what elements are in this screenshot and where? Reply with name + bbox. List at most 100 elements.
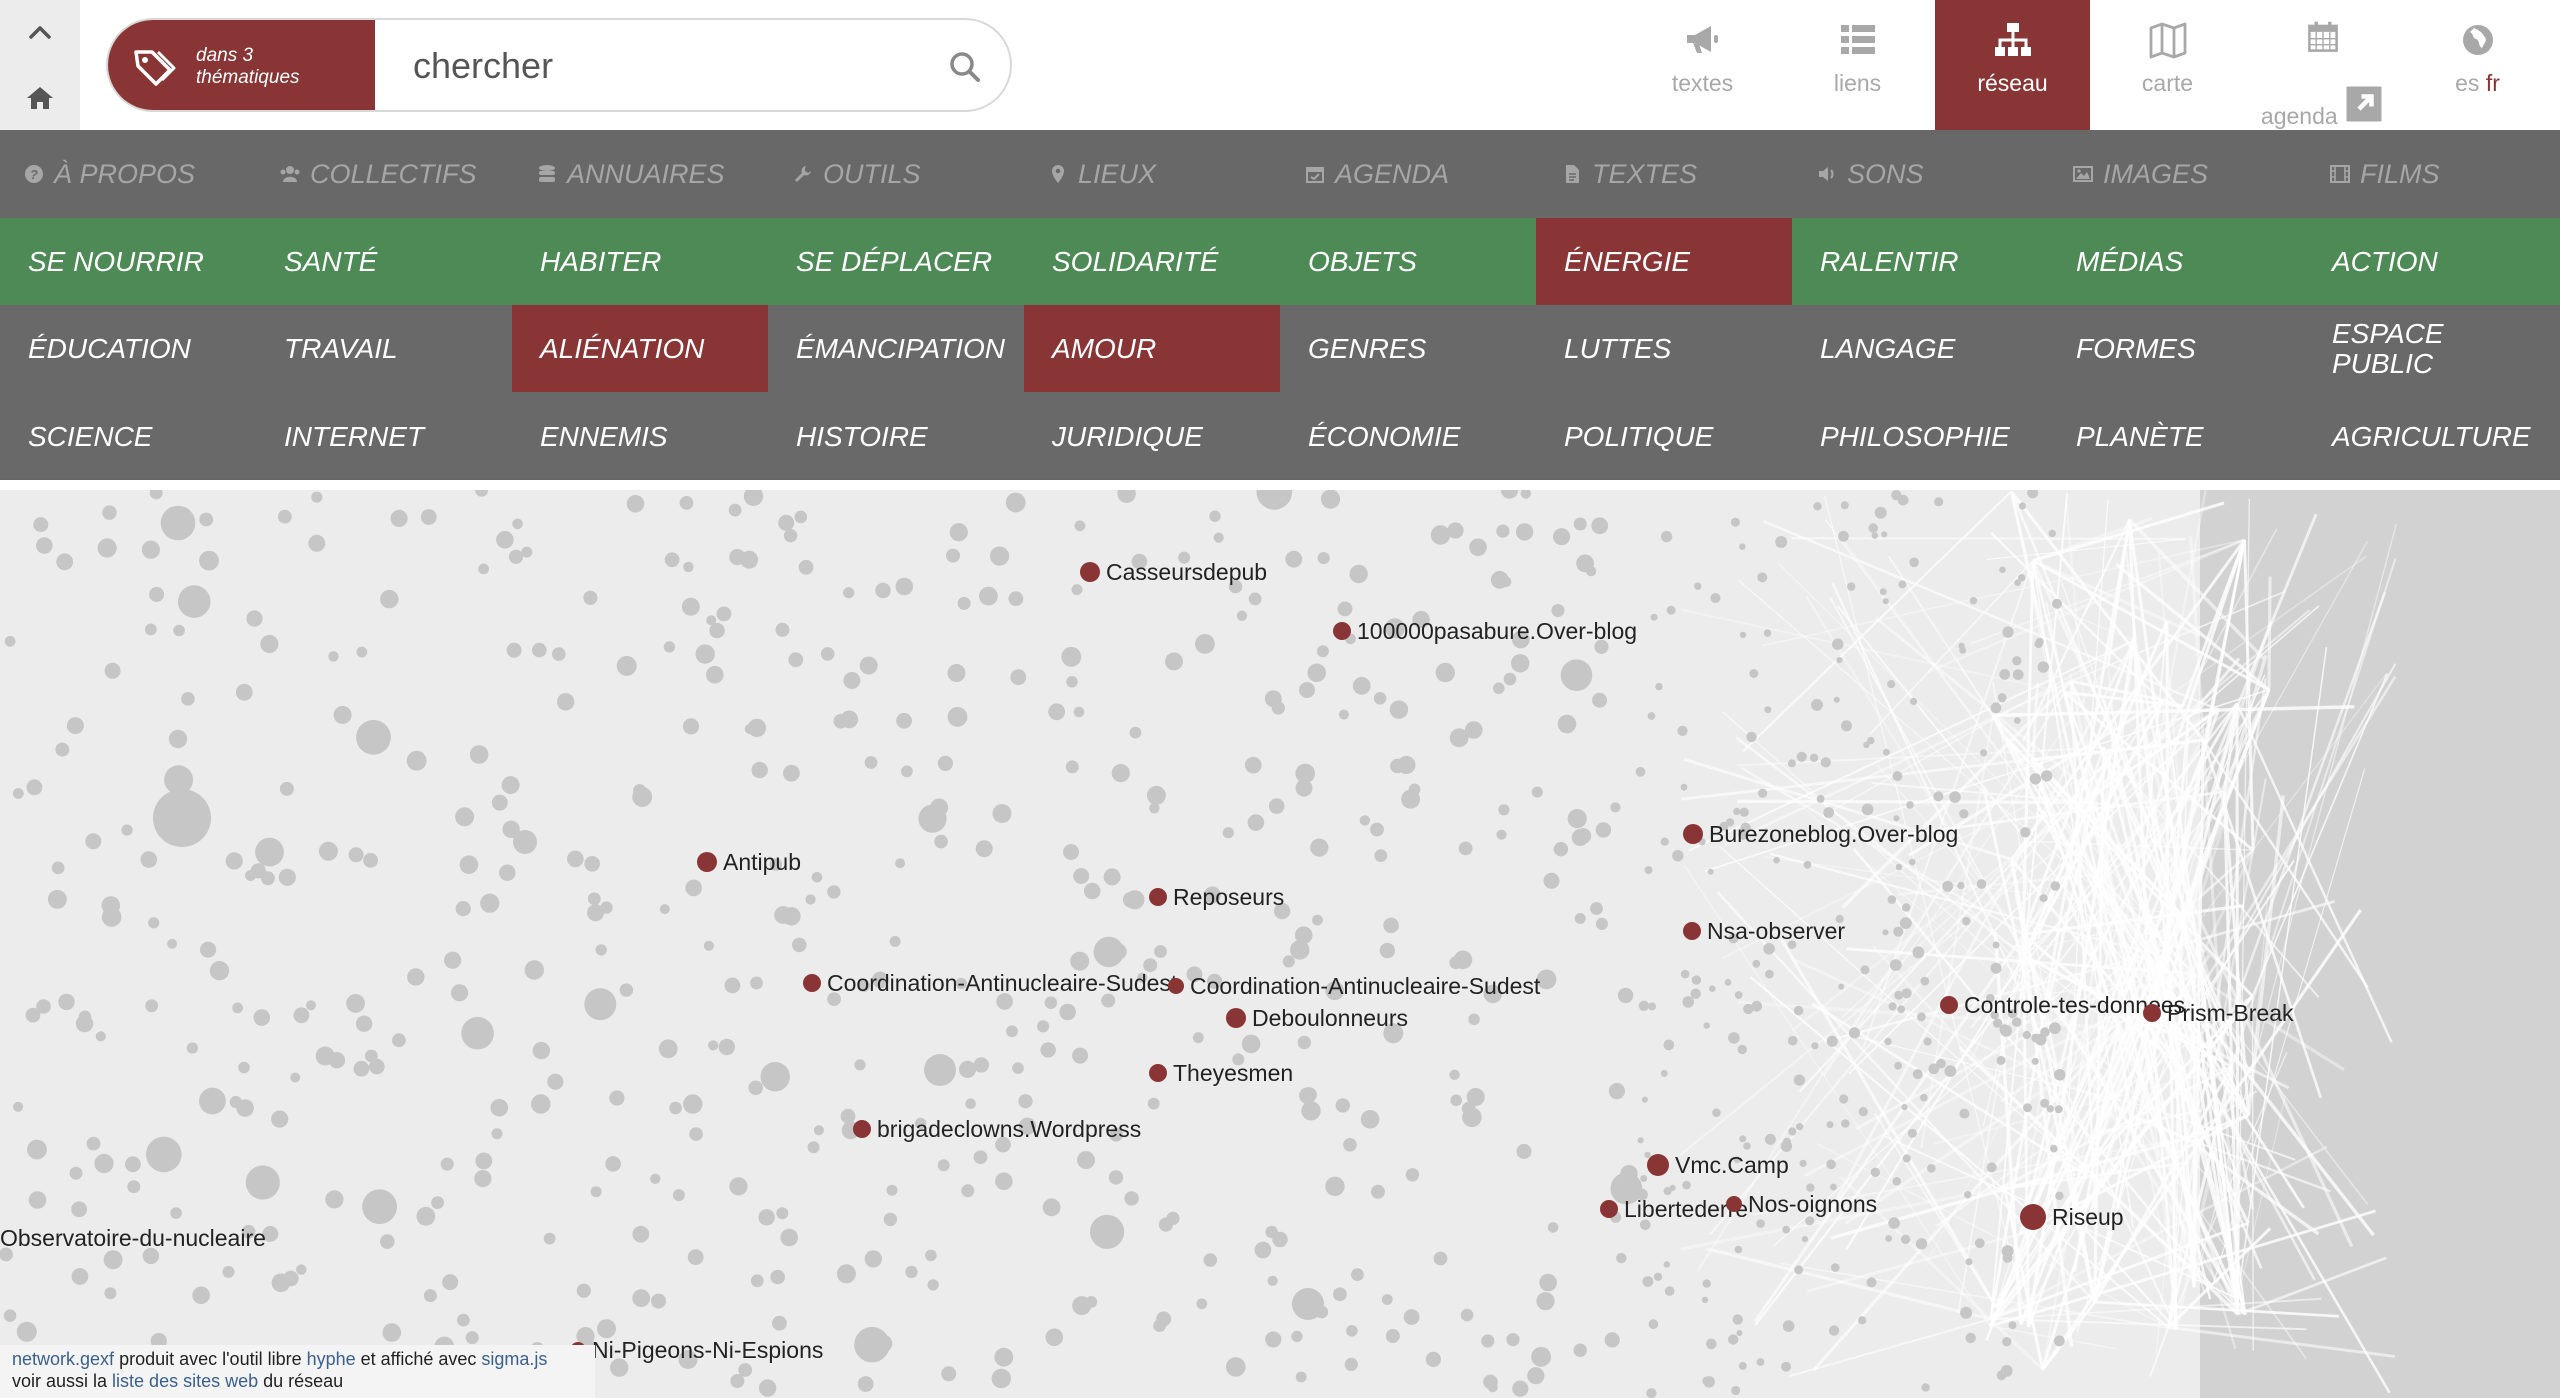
- graph-node[interactable]: [1571, 829, 1589, 846]
- graph-node[interactable]: [1635, 766, 1646, 777]
- graph-node[interactable]: [1449, 956, 1463, 970]
- graph-node[interactable]: [1450, 1094, 1462, 1107]
- graph-node[interactable]: [1831, 1263, 1840, 1272]
- graph-node[interactable]: [186, 1042, 198, 1054]
- graph-node[interactable]: [941, 1366, 957, 1382]
- graph-node[interactable]: [1712, 1108, 1721, 1117]
- graph-node[interactable]: [229, 1095, 242, 1109]
- graph-node[interactable]: [1209, 510, 1221, 522]
- graph-node[interactable]: [1165, 652, 1183, 671]
- graph-node[interactable]: [199, 550, 219, 571]
- graph-node[interactable]: [1547, 1222, 1559, 1233]
- graph-node[interactable]: [1557, 714, 1577, 734]
- graph-node-large[interactable]: [1063, 844, 1079, 860]
- graph-node[interactable]: [1290, 940, 1310, 960]
- graph-node[interactable]: [253, 1009, 271, 1026]
- graph-node[interactable]: [78, 1010, 92, 1024]
- graph-node[interactable]: [1265, 1225, 1278, 1239]
- graph-node[interactable]: [260, 634, 279, 654]
- graph-node[interactable]: [58, 993, 75, 1011]
- graph-node[interactable]: [420, 509, 437, 525]
- graph-node[interactable]: [362, 1189, 397, 1225]
- graph-node[interactable]: [1325, 1176, 1345, 1196]
- graph-node[interactable]: [1383, 917, 1399, 934]
- graph-node[interactable]: [595, 944, 607, 956]
- graph-node[interactable]: [71, 1201, 87, 1218]
- graph-node[interactable]: [946, 548, 960, 563]
- graph-node[interactable]: [2012, 656, 2022, 666]
- graph-node[interactable]: [1927, 1164, 1936, 1173]
- graph-node[interactable]: [1811, 698, 1823, 711]
- graph-node[interactable]: [1226, 1357, 1246, 1377]
- graph-node[interactable]: [1653, 1272, 1663, 1281]
- graph-node[interactable]: [1734, 1245, 1743, 1254]
- graph-node[interactable]: [1077, 1151, 1095, 1170]
- graph-node[interactable]: [1040, 1042, 1056, 1058]
- graph-node[interactable]: [975, 840, 993, 858]
- graph-node[interactable]: [423, 1289, 437, 1303]
- graph-node[interactable]: [1351, 1268, 1364, 1281]
- graph-node[interactable]: [1042, 1198, 1061, 1217]
- graph-node[interactable]: [1887, 680, 1896, 689]
- graph-node[interactable]: [792, 937, 807, 953]
- graph-node[interactable]: [346, 994, 365, 1013]
- graph-node[interactable]: [1934, 497, 1944, 507]
- graph-node-large[interactable]: [1292, 1288, 1324, 1320]
- graph-node[interactable]: [457, 1313, 470, 1327]
- graph-node[interactable]: [2034, 1033, 2047, 1046]
- graph-node[interactable]: [1344, 1357, 1358, 1371]
- highlighted-node[interactable]: [1683, 922, 1701, 940]
- graph-node[interactable]: [141, 540, 160, 559]
- graph-node[interactable]: [758, 1379, 777, 1397]
- graph-node[interactable]: [222, 1265, 235, 1278]
- graph-node[interactable]: [1912, 946, 1925, 959]
- graph-node[interactable]: [1338, 709, 1349, 720]
- graph-node[interactable]: [1307, 663, 1326, 683]
- graph-node[interactable]: [245, 1165, 280, 1200]
- graph-node[interactable]: [659, 904, 670, 915]
- graph-node[interactable]: [683, 561, 694, 573]
- graph-node[interactable]: [1222, 827, 1234, 839]
- graph-node[interactable]: [2049, 1022, 2061, 1035]
- graph-node[interactable]: [86, 1136, 101, 1151]
- graph-node[interactable]: [708, 1040, 719, 1051]
- graph-node[interactable]: [947, 664, 966, 682]
- graph-node[interactable]: [1195, 634, 1215, 654]
- graph-node[interactable]: [290, 1072, 301, 1083]
- graph-node[interactable]: [1591, 517, 1609, 535]
- graph-node[interactable]: [651, 1293, 666, 1309]
- graph-node[interactable]: [1882, 929, 1889, 936]
- graph-node[interactable]: [1018, 1094, 1033, 1109]
- graph-node[interactable]: [1839, 1094, 1849, 1104]
- graph-node[interactable]: [973, 1150, 988, 1165]
- graph-node[interactable]: [590, 1186, 602, 1198]
- graph-node[interactable]: [740, 550, 759, 569]
- graph-node[interactable]: [1788, 1127, 1797, 1136]
- graph-node[interactable]: [895, 858, 906, 869]
- graph-node[interactable]: [1803, 860, 1812, 869]
- graph-node[interactable]: [979, 586, 998, 606]
- graph-node[interactable]: [1920, 1093, 1928, 1102]
- graph-node[interactable]: [1743, 1142, 1751, 1150]
- graph-node[interactable]: [805, 894, 816, 905]
- graph-node[interactable]: [1838, 530, 1849, 542]
- graph-node[interactable]: [97, 538, 117, 558]
- graph-node[interactable]: [1809, 753, 1819, 762]
- tab-carte[interactable]: carte: [2090, 0, 2245, 130]
- category-formes[interactable]: FORMES: [2048, 305, 2304, 392]
- graph-node[interactable]: [1901, 1103, 1908, 1111]
- graph-node[interactable]: [1879, 588, 1887, 596]
- graph-node[interactable]: [1072, 1047, 1089, 1064]
- graph-node[interactable]: [431, 1196, 444, 1209]
- graph-node[interactable]: [1782, 1320, 1795, 1332]
- graph-node[interactable]: [1752, 959, 1761, 968]
- graph-node[interactable]: [1709, 985, 1716, 992]
- graph-node[interactable]: [1870, 1167, 1881, 1177]
- graph-node[interactable]: [1758, 788, 1768, 798]
- graph-node[interactable]: [965, 1098, 976, 1109]
- graph-node[interactable]: [687, 1249, 704, 1266]
- graph-node[interactable]: [1887, 895, 1897, 904]
- graph-node[interactable]: [3, 1309, 17, 1322]
- graph-node[interactable]: [1644, 1151, 1651, 1159]
- graph-node[interactable]: [1826, 1035, 1838, 1047]
